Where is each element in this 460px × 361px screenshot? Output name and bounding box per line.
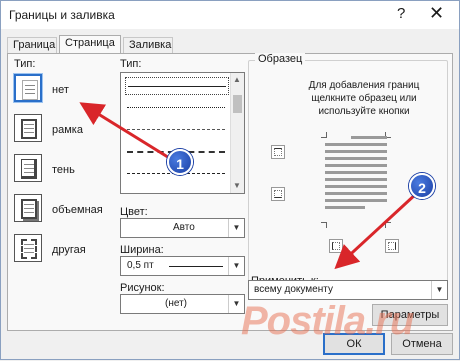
setting-3d-icon[interactable]	[14, 194, 42, 222]
scroll-thumb[interactable]	[233, 95, 242, 113]
width-dropdown[interactable]: 0,5 пт ▼	[120, 256, 245, 276]
setting-shadow-icon[interactable]	[14, 154, 42, 182]
color-value: Авто	[173, 222, 195, 233]
left-border-button[interactable]	[329, 239, 343, 253]
setting-box-icon[interactable]	[14, 114, 42, 142]
bottom-border-button[interactable]	[271, 187, 285, 201]
line-style-dotted[interactable]	[125, 99, 229, 117]
style-label: Тип:	[120, 58, 142, 70]
tab-panel: Тип: нет рамка тень объемная другая Тип:	[7, 53, 453, 331]
close-button[interactable]: ✕	[429, 3, 444, 24]
width-line-sample	[169, 266, 223, 267]
apply-to-value: всему документу	[254, 284, 333, 295]
line-style-dashed-fine[interactable]	[125, 121, 229, 139]
setting-3d-label[interactable]: объемная	[52, 204, 103, 216]
setting-shadow-label[interactable]: тень	[52, 164, 75, 176]
width-value: 0,5 пт	[127, 260, 154, 271]
line-style-list[interactable]: ▲ ▼	[120, 72, 245, 194]
help-button[interactable]: ?	[397, 5, 405, 22]
tab-page-border[interactable]: Страница	[59, 35, 121, 53]
setting-label: Тип:	[14, 58, 36, 70]
art-label: Рисунок:	[120, 282, 165, 294]
color-label: Цвет:	[120, 206, 148, 218]
setting-none-label[interactable]: нет	[52, 84, 69, 96]
width-label: Ширина:	[120, 244, 164, 256]
preview-page[interactable]	[321, 132, 391, 228]
preview-hint: Для добавления границ щелкните образец и…	[308, 80, 420, 117]
chevron-down-icon[interactable]: ▼	[431, 281, 447, 299]
style-list-scrollbar[interactable]: ▲ ▼	[230, 73, 244, 193]
callout-badge-2: 2	[409, 173, 435, 199]
setting-custom-label[interactable]: другая	[52, 244, 86, 256]
dialog-title: Границы и заливка	[9, 8, 115, 22]
borders-and-shading-dialog: Границы и заливка ? ✕ Граница Страница З…	[0, 0, 460, 360]
color-dropdown[interactable]: Авто ▼	[120, 218, 245, 238]
callout-badge-1: 1	[167, 149, 193, 175]
setting-box-label[interactable]: рамка	[52, 124, 83, 136]
top-border-button[interactable]	[271, 145, 285, 159]
right-border-button[interactable]	[385, 239, 399, 253]
preview-label: Образец	[255, 53, 306, 65]
scroll-up-icon[interactable]: ▲	[233, 75, 241, 84]
tab-shading[interactable]: Заливка	[123, 37, 173, 53]
setting-custom-icon[interactable]	[14, 234, 42, 262]
apply-to-dropdown[interactable]: всему документу ▼	[248, 280, 448, 300]
tab-borders[interactable]: Граница	[7, 37, 57, 53]
chevron-down-icon[interactable]: ▼	[228, 257, 244, 275]
setting-none-icon[interactable]	[14, 74, 42, 102]
scroll-down-icon[interactable]: ▼	[233, 181, 241, 190]
chevron-down-icon[interactable]: ▼	[228, 219, 244, 237]
art-value: (нет)	[165, 298, 187, 309]
line-style-solid[interactable]	[125, 77, 229, 95]
art-dropdown[interactable]: (нет) ▼	[120, 294, 245, 314]
title-bar: Границы и заливка ? ✕	[1, 1, 459, 29]
watermark: Postila.ru	[241, 299, 414, 343]
